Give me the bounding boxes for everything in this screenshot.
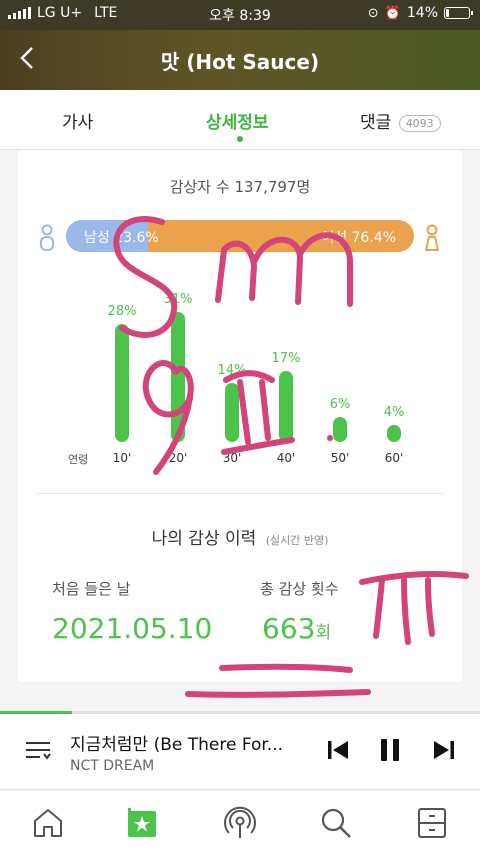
gender-ratio-bar: 남성 23.6% 여성 76.4% [66, 220, 414, 252]
age-axis-label: 연령 [68, 453, 89, 466]
now-playing-title[interactable]: 지금처럼만 (Be There For... [70, 730, 310, 755]
age-bar-label: 30' [222, 451, 242, 465]
age-bar-value: 28% [107, 304, 137, 320]
tab-comments[interactable]: 댓글 4093 [360, 108, 441, 133]
history-title-text: 나의 감상 이력 [151, 529, 257, 549]
battery-icon [444, 7, 473, 19]
age-bar [115, 324, 129, 442]
page-title: 맛 (Hot Sauce) [160, 50, 320, 74]
menu-icon[interactable] [414, 805, 450, 841]
tab-comments-label: 댓글 [360, 113, 392, 133]
total-plays-label: 총 감상 횟수 [260, 580, 339, 598]
history-title: 나의 감상 이력 (실시간 반영) [18, 524, 462, 549]
active-tab-indicator [237, 136, 243, 142]
first-listen-date: 2021.05.10 [52, 612, 213, 645]
comment-count-badge: 4093 [398, 114, 441, 132]
search-icon[interactable] [318, 805, 354, 841]
status-bar: LG U+ LTE 오후 8:39 ⊙ ⏰ 14% [0, 0, 480, 30]
previous-icon[interactable] [324, 736, 352, 764]
tab-bar: 가사 상세정보 댓글 4093 [0, 90, 480, 150]
age-bar [225, 383, 239, 442]
podcast-icon[interactable] [222, 805, 258, 841]
male-icon [40, 224, 54, 251]
age-bar-label: 10' [112, 451, 132, 465]
now-playing-artist[interactable]: NCT DREAM [70, 758, 154, 774]
tab-details[interactable]: 상세정보 [206, 108, 269, 133]
age-bar-value: 6% [329, 396, 351, 412]
age-bar-label: 50' [330, 451, 350, 465]
my-music-icon[interactable] [124, 805, 160, 841]
tab-lyrics[interactable]: 가사 [62, 108, 93, 133]
divider [36, 493, 444, 494]
orientation-lock-icon: ⊙ [367, 5, 379, 21]
bottom-navigation [0, 791, 480, 854]
total-plays-number: 663 [262, 612, 316, 645]
female-share-label: 여성 76.4% [321, 230, 396, 246]
age-bar-label: 20' [168, 451, 188, 465]
age-bar-value: 31% [163, 291, 193, 307]
age-bar [387, 425, 401, 442]
battery-percent: 14% [406, 5, 438, 21]
age-bar-label: 40' [276, 451, 296, 465]
age-bar [171, 311, 185, 442]
age-bar [333, 416, 347, 442]
mini-player: 지금처럼만 (Be There For... NCT DREAM [0, 714, 480, 790]
pause-icon[interactable] [376, 736, 404, 764]
age-bar [279, 370, 293, 442]
total-plays-value: 663회 [262, 612, 331, 645]
playlist-icon[interactable] [24, 736, 52, 764]
age-bar-value: 4% [383, 405, 405, 421]
age-bar-label: 60' [384, 451, 404, 465]
alarm-icon: ⏰ [384, 5, 401, 21]
age-bar-value: 17% [271, 350, 301, 366]
age-bar-value: 14% [217, 363, 247, 379]
stats-card: 감상자 수 137,797명 남성 23.6% 여성 76.4% 연령 28% 1… [18, 150, 462, 682]
listener-count: 감상자 수 137,797명 [169, 178, 311, 196]
female-icon [425, 224, 439, 251]
next-icon[interactable] [430, 736, 458, 764]
home-icon[interactable] [30, 805, 66, 841]
song-header: 맛 (Hot Sauce) [0, 30, 480, 90]
realtime-note: (실시간 반영) [265, 534, 329, 547]
total-plays-unit: 회 [315, 623, 332, 643]
male-share-label: 남성 23.6% [84, 230, 159, 246]
first-listen-label: 처음 들은 날 [52, 580, 131, 598]
